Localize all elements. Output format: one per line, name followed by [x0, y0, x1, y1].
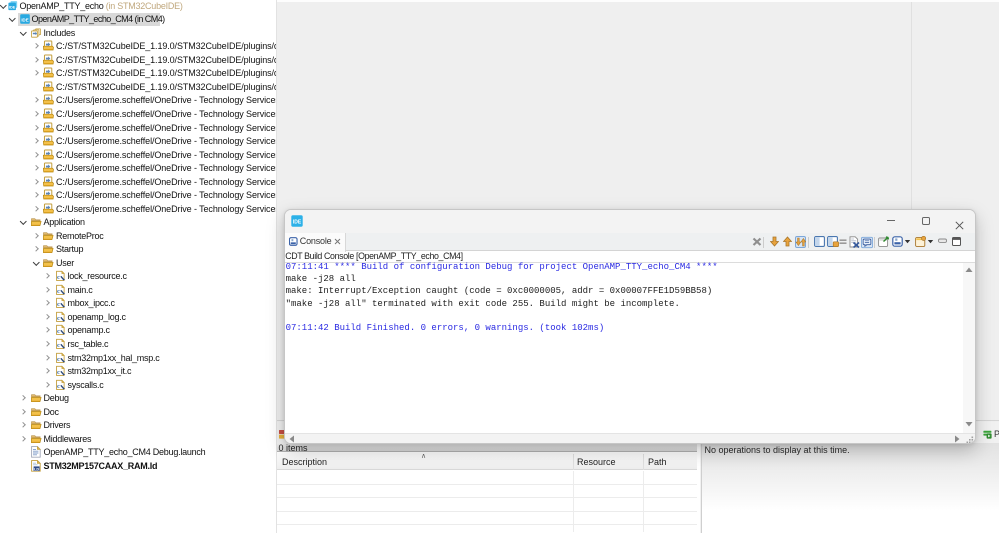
svg-text:c: c: [57, 355, 60, 362]
svg-text:IDE: IDE: [9, 5, 16, 9]
svg-text:LD: LD: [34, 467, 39, 471]
svg-text:IDE: IDE: [21, 18, 28, 23]
svg-text:c: c: [57, 328, 60, 335]
svg-text:c: c: [57, 383, 60, 390]
svg-text:c: c: [57, 301, 60, 308]
svg-text:c: c: [57, 315, 60, 322]
svg-text:c: c: [57, 342, 60, 349]
svg-text:IDE: IDE: [292, 219, 301, 225]
svg-text:c: c: [57, 274, 60, 281]
svg-text:c: c: [57, 369, 60, 376]
svg-text:c: c: [57, 288, 60, 295]
